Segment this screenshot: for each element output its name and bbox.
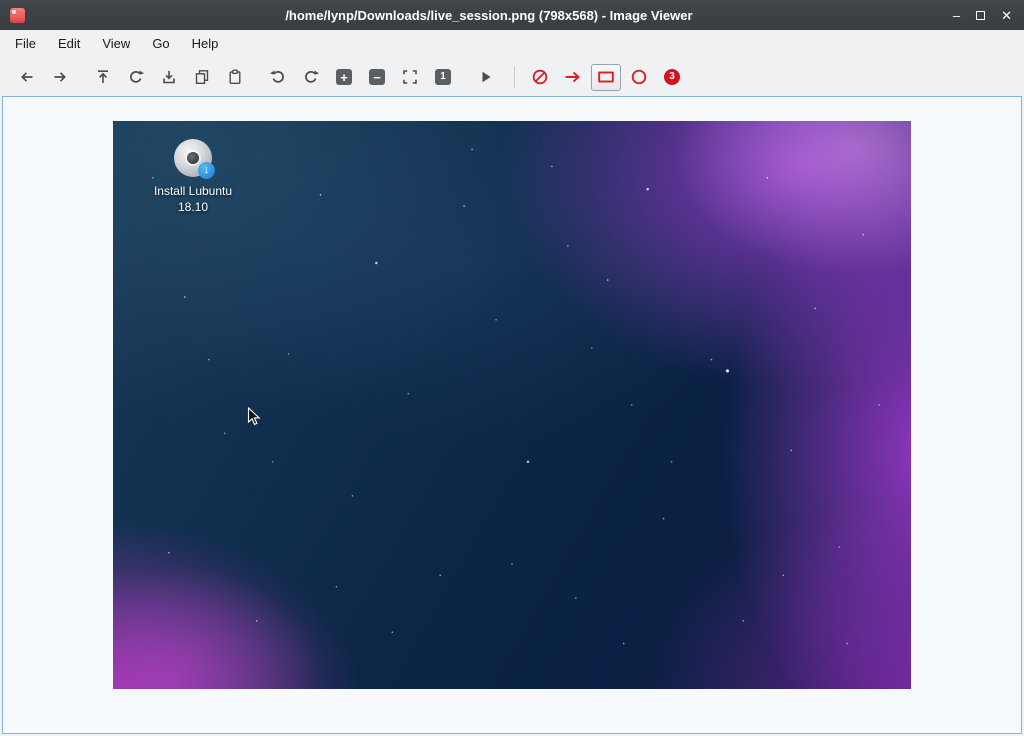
mouse-cursor: [247, 407, 261, 427]
slideshow-group: [471, 64, 501, 91]
app-icon: [10, 8, 25, 23]
titlebar: /home/lynp/Downloads/live_session.png (7…: [0, 0, 1024, 30]
window-controls: – ✕: [953, 9, 1012, 22]
toolbar: + − 1 3: [0, 58, 1024, 96]
next-button[interactable]: [45, 64, 75, 91]
paste-icon: [227, 69, 243, 85]
slideshow-button[interactable]: [471, 64, 501, 91]
minimize-button[interactable]: –: [953, 9, 960, 22]
menu-file[interactable]: File: [4, 31, 47, 56]
upload-button[interactable]: [88, 64, 118, 91]
annotation-rectangle-button[interactable]: [591, 64, 621, 91]
reload-icon: [128, 69, 144, 85]
save-button[interactable]: [154, 64, 184, 91]
menu-go[interactable]: Go: [141, 31, 180, 56]
fit-window-button[interactable]: [395, 64, 425, 91]
image-viewer-canvas[interactable]: ↓ Install Lubuntu 18.10: [2, 96, 1022, 734]
rotate-counterclockwise-button[interactable]: [296, 64, 326, 91]
circle-annotation-icon: [630, 68, 648, 86]
number-annotation-icon: 3: [664, 69, 680, 85]
nav-group: [12, 64, 75, 91]
zoom-out-icon: −: [369, 69, 385, 85]
zoom-out-button[interactable]: −: [362, 64, 392, 91]
menu-view[interactable]: View: [91, 31, 141, 56]
next-icon: [52, 69, 68, 85]
toolbar-separator: [514, 66, 515, 88]
save-icon: [161, 69, 177, 85]
rotate-clockwise-button[interactable]: [263, 64, 293, 91]
close-button[interactable]: ✕: [1001, 9, 1012, 22]
annotation-none-button[interactable]: [525, 64, 555, 91]
rotate-clockwise-icon: [270, 69, 286, 85]
displayed-image: ↓ Install Lubuntu 18.10: [113, 121, 911, 689]
rotate-counterclockwise-icon: [303, 69, 319, 85]
rectangle-annotation-icon: [597, 68, 615, 86]
no-annotation-icon: [531, 68, 549, 86]
maximize-button[interactable]: [976, 9, 985, 22]
menu-help[interactable]: Help: [181, 31, 230, 56]
menu-bar: File Edit View Go Help: [0, 30, 1024, 58]
previous-button[interactable]: [12, 64, 42, 91]
original-size-button[interactable]: 1: [428, 64, 458, 91]
file-group: [88, 64, 250, 91]
play-icon: [478, 69, 494, 85]
copy-icon: [194, 69, 210, 85]
install-lubuntu-desktop-icon: ↓ Install Lubuntu 18.10: [135, 139, 251, 215]
annotation-arrow-button[interactable]: [558, 64, 588, 91]
download-badge-icon: ↓: [198, 162, 215, 179]
arrow-annotation-icon: [564, 68, 582, 86]
desktop-icon-label: Install Lubuntu 18.10: [135, 183, 251, 215]
original-size-icon: 1: [435, 69, 451, 85]
zoom-in-button[interactable]: +: [329, 64, 359, 91]
annotation-number-button[interactable]: 3: [657, 64, 687, 91]
previous-icon: [19, 69, 35, 85]
reload-button[interactable]: [121, 64, 151, 91]
upload-icon: [95, 69, 111, 85]
maximize-icon: [976, 11, 985, 20]
annotation-circle-button[interactable]: [624, 64, 654, 91]
fit-window-icon: [402, 69, 418, 85]
paste-button[interactable]: [220, 64, 250, 91]
cd-disc-icon: ↓: [174, 139, 212, 177]
window-title: /home/lynp/Downloads/live_session.png (7…: [25, 8, 953, 23]
annotation-group: 3: [525, 64, 687, 91]
copy-button[interactable]: [187, 64, 217, 91]
zoom-in-icon: +: [336, 69, 352, 85]
zoom-group: + − 1: [263, 64, 458, 91]
menu-edit[interactable]: Edit: [47, 31, 91, 56]
